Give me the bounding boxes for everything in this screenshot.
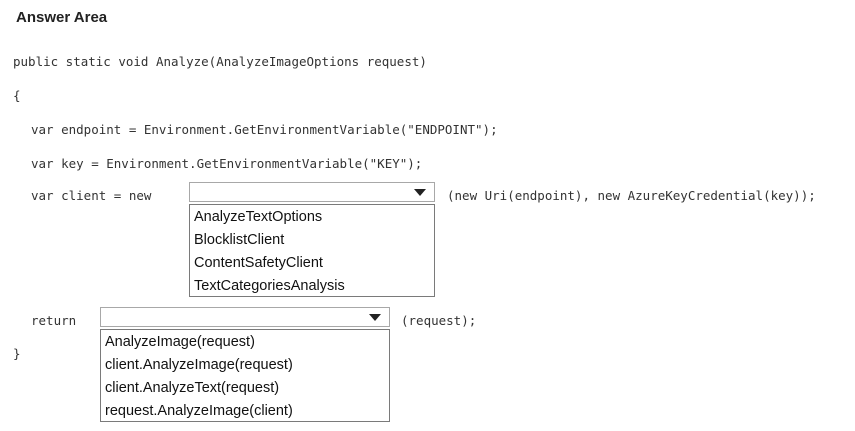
client-line-prefix: var client = new <box>31 188 152 203</box>
client-type-option[interactable]: BlocklistClient <box>190 229 434 252</box>
endpoint-line: var endpoint = Environment.GetEnvironmen… <box>31 122 498 137</box>
close-brace: } <box>13 346 21 361</box>
return-expression-options: AnalyzeImage(request) client.AnalyzeImag… <box>100 329 390 422</box>
return-expression-dropdown[interactable] <box>100 307 390 327</box>
chevron-down-icon <box>369 314 381 321</box>
return-expression-option[interactable]: client.AnalyzeText(request) <box>101 377 389 400</box>
return-expression-option[interactable]: AnalyzeImage(request) <box>101 331 389 354</box>
client-line-suffix: (new Uri(endpoint), new AzureKeyCredenti… <box>447 188 816 203</box>
chevron-down-icon <box>414 189 426 196</box>
return-line-suffix: (request); <box>401 313 477 328</box>
key-line: var key = Environment.GetEnvironmentVari… <box>31 156 423 171</box>
client-type-option[interactable]: ContentSafetyClient <box>190 252 434 275</box>
method-signature: public static void Analyze(AnalyzeImageO… <box>13 54 427 69</box>
client-type-options: AnalyzeTextOptions BlocklistClient Conte… <box>189 204 435 297</box>
client-type-dropdown[interactable] <box>189 182 435 202</box>
client-type-option[interactable]: AnalyzeTextOptions <box>190 206 434 229</box>
return-expression-option[interactable]: client.AnalyzeImage(request) <box>101 354 389 377</box>
client-type-option[interactable]: TextCategoriesAnalysis <box>190 275 434 298</box>
answer-area-title: Answer Area <box>16 9 108 26</box>
return-expression-option[interactable]: request.AnalyzeImage(client) <box>101 400 389 423</box>
open-brace: { <box>13 88 21 103</box>
return-keyword: return <box>31 313 77 328</box>
